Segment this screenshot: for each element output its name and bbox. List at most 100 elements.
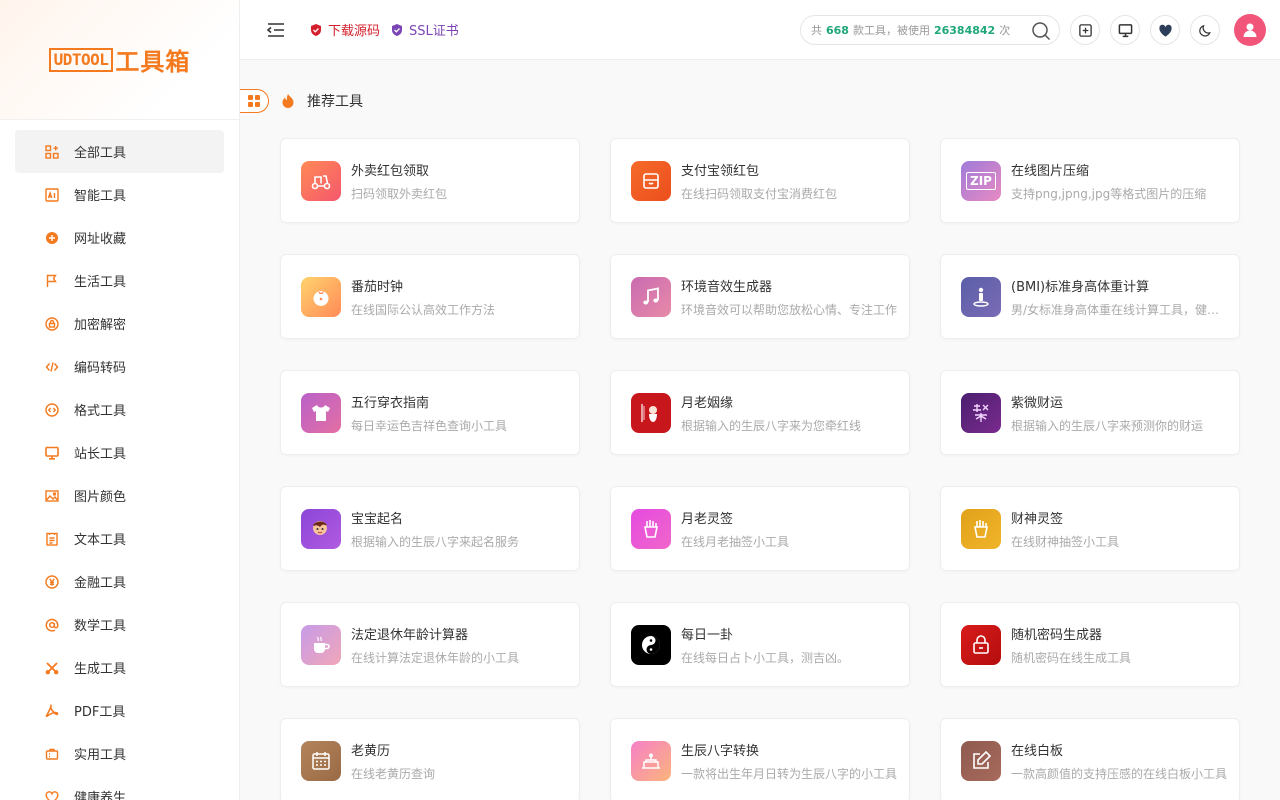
tool-card[interactable]: 番茄时钟 在线国际公认高效工作方法 [280, 254, 580, 339]
user-icon [1243, 23, 1257, 37]
sidebar-item-ai-tools[interactable]: 智能工具 [15, 173, 224, 216]
tool-card-desc: 根据输入的生辰八字来起名服务 [351, 534, 520, 549]
sidebar-item-math[interactable]: 数学工具 [15, 603, 224, 646]
favorites-button[interactable] [1150, 15, 1180, 45]
tool-card-desc: 在线月老抽签小工具 [681, 534, 790, 549]
sidebar-item-health[interactable]: 健康养生 [15, 775, 224, 800]
search-middle-text: 款工具，被使用 [852, 24, 930, 37]
user-avatar-button[interactable] [1234, 14, 1266, 46]
tool-card[interactable]: 外卖红包领取 扫码领取外卖红包 [280, 138, 580, 223]
tool-card-desc: 男/女标准身高体重在线计算工具，健康指数 [1011, 302, 1231, 317]
sidebar-item-image-color[interactable]: 图片颜色 [15, 474, 224, 517]
dark-mode-button[interactable] [1190, 15, 1220, 45]
sidebar-item-label: 编码转码 [74, 361, 127, 376]
search-icon[interactable] [1031, 21, 1051, 41]
grid-view-toggle[interactable] [240, 89, 269, 113]
tool-card[interactable]: 财神灵签 在线财神抽签小工具 [940, 486, 1240, 571]
tool-card-title: 法定退休年龄计算器 [351, 627, 469, 643]
grid-plus-icon [45, 144, 59, 159]
tool-card[interactable]: 每日一卦 在线每日占卜小工具，测吉凶。 [610, 602, 910, 687]
tool-card[interactable]: 环境音效生成器 环境音效可以帮助您放松心情、专注工作 [610, 254, 910, 339]
at-icon [45, 618, 59, 632]
menu-toggle-button[interactable] [265, 19, 287, 41]
tool-card-desc: 每日幸运色吉祥色查询小工具 [351, 418, 508, 433]
search-prefix-text: 共 [811, 24, 822, 37]
tomato-icon [301, 276, 341, 317]
sidebar-item-webmaster[interactable]: 站长工具 [15, 431, 224, 474]
sidebar-item-label: 文本工具 [74, 533, 127, 548]
desktop-view-button[interactable] [1110, 15, 1140, 45]
tool-card[interactable]: 支付宝领红包 在线扫码领取支付宝消费红包 [610, 138, 910, 223]
sidebar-item-label: 网址收藏 [74, 232, 127, 247]
sidebar-item-label: 格式工具 [74, 404, 127, 419]
ai-icon [45, 187, 59, 202]
tool-card[interactable]: 紫微财运 根据输入的生辰八字来预测你的财运 [940, 370, 1240, 455]
category-menu: 全部工具 智能工具 网址收藏 生活工具 加密解密 编码转码 格式工具 站长工具 [0, 120, 239, 800]
ssl-certificate-link[interactable]: SSL证书 [390, 20, 459, 39]
tool-card-title: 在线白板 [1011, 743, 1064, 759]
download-source-link[interactable]: 下载源码 [309, 20, 380, 39]
scooter-icon [301, 160, 341, 201]
sidebar-item-encryption[interactable]: 加密解密 [15, 302, 224, 345]
image-icon [45, 489, 59, 503]
tool-card-title: 月老灵签 [681, 511, 734, 527]
grid-icon [248, 95, 260, 107]
tool-card-desc: 在线每日占卜小工具，测吉凶。 [681, 650, 850, 665]
fortune-sticks-icon [961, 508, 1001, 549]
sidebar-item-life-tools[interactable]: 生活工具 [15, 259, 224, 302]
tool-card[interactable]: 月老姻缘 根据输入的生辰八字来为您牵红线 [610, 370, 910, 455]
flame-icon [282, 94, 294, 108]
tool-card-title: 五行穿衣指南 [351, 395, 430, 411]
tool-card[interactable]: 老黄历 在线老黄历查询 [280, 718, 580, 800]
heart-icon [45, 790, 59, 800]
tool-card-desc: 环境音效可以帮助您放松心情、专注工作 [681, 302, 898, 317]
tool-card[interactable]: 随机密码生成器 随机密码在线生成工具 [940, 602, 1240, 687]
download-source-label: 下载源码 [328, 24, 381, 39]
tool-card-title: 生辰八字转换 [681, 743, 760, 759]
tool-card[interactable]: 宝宝起名 根据输入的生辰八字来起名服务 [280, 486, 580, 571]
monitor-icon [45, 446, 59, 460]
search-box[interactable]: 共 668 款工具，被使用 26384842 次 [800, 15, 1060, 45]
sidebar-item-label: 全部工具 [74, 146, 127, 161]
tool-card[interactable]: 生辰八字转换 一款将出生年月日转为生辰八字的小工具 [610, 718, 910, 800]
tool-card[interactable]: (BMI)标准身高体重计算 男/女标准身高体重在线计算工具，健康指数 [940, 254, 1240, 339]
sidebar-item-bookmarks[interactable]: 网址收藏 [15, 216, 224, 259]
tool-card-title: 随机密码生成器 [1011, 627, 1103, 643]
moon-icon [1198, 24, 1211, 37]
tool-card[interactable]: 五行穿衣指南 每日幸运色吉祥色查询小工具 [280, 370, 580, 455]
sidebar-item-encoding[interactable]: 编码转码 [15, 345, 224, 388]
tool-card[interactable]: 法定退休年龄计算器 在线计算法定退休年龄的小工具 [280, 602, 580, 687]
sidebar-item-all-tools[interactable]: 全部工具 [15, 130, 224, 173]
logo-area: UDTOOL 工具箱 [0, 0, 239, 120]
coffee-cup-icon [301, 624, 341, 665]
tool-card-desc: 根据输入的生辰八字来预测你的财运 [1011, 418, 1204, 433]
shield-check-icon [311, 23, 321, 36]
briefcase-icon [45, 747, 59, 761]
tool-card[interactable]: 在线白板 一款高颜值的支持压感的在线白板小工具 [940, 718, 1240, 800]
sidebar-item-format-tools[interactable]: 格式工具 [15, 388, 224, 431]
tool-card-title: 在线图片压缩 [1011, 163, 1090, 179]
tool-card[interactable]: ZIP 在线图片压缩 支持png,jpng,jpg等格式图片的压缩 [940, 138, 1240, 223]
top-header: 下载源码 SSL证书 共 668 款工具，被使用 26384842 次 [240, 0, 1280, 60]
sidebar-item-pdf[interactable]: PDF工具 [15, 689, 224, 732]
tool-card-desc: 一款高颜值的支持压感的在线白板小工具 [1011, 766, 1228, 781]
tool-card-desc: 在线老黄历查询 [351, 766, 436, 781]
sidebar-item-finance[interactable]: 金融工具 [15, 560, 224, 603]
yen-icon [45, 574, 59, 589]
sidebar-item-utilities[interactable]: 实用工具 [15, 732, 224, 775]
format-icon [45, 402, 59, 417]
sidebar: UDTOOL 工具箱 全部工具 智能工具 网址收藏 生活工具 加密解密 编码转码 [0, 0, 240, 800]
section-header: 推荐工具 [240, 88, 363, 114]
tool-card[interactable]: 月老灵签 在线月老抽签小工具 [610, 486, 910, 571]
tool-card-grid: 外卖红包领取 扫码领取外卖红包 支付宝领红包 在线扫码领取支付宝消费红包 ZIP… [280, 138, 1240, 800]
add-tool-button[interactable] [1070, 15, 1100, 45]
sidebar-item-generators[interactable]: 生成工具 [15, 646, 224, 689]
tool-card-desc: 在线财神抽签小工具 [1011, 534, 1120, 549]
zip-icon: ZIP [961, 160, 1001, 201]
sidebar-item-text-tools[interactable]: 文本工具 [15, 517, 224, 560]
site-logo[interactable]: UDTOOL 工具箱 [48, 42, 191, 77]
tool-card-title: 支付宝领红包 [681, 163, 760, 179]
heart-icon [1158, 24, 1172, 37]
plus-square-icon [1078, 23, 1092, 37]
ziwei-icon [961, 392, 1001, 433]
